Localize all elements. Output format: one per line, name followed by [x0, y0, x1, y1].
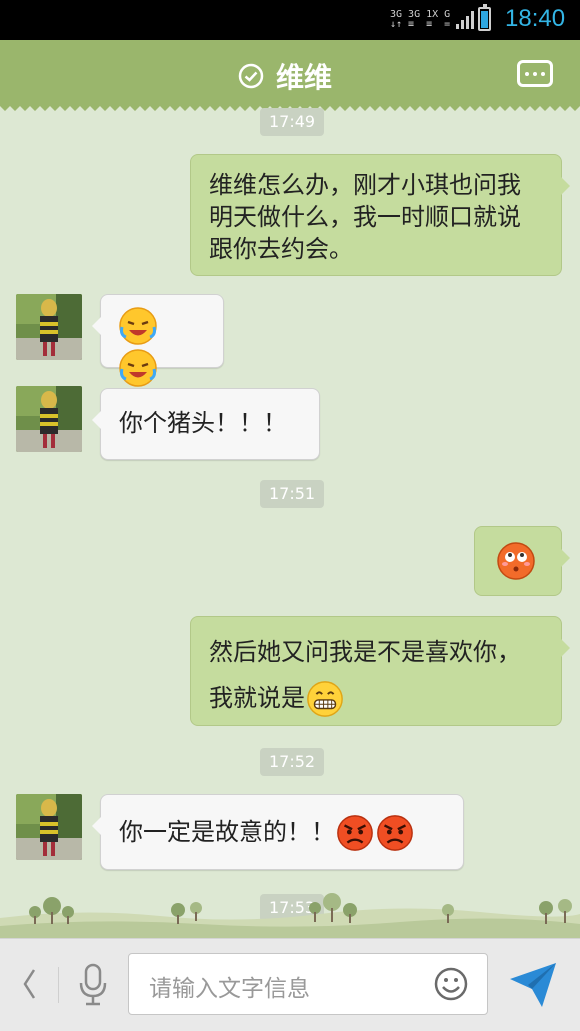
avatar[interactable]: [16, 794, 82, 860]
message-text: 维维怎么办，刚才小琪也问我明天做什么，我一时顺口就说跟你去约会。: [209, 171, 521, 263]
background-scenery: [0, 893, 580, 938]
microphone-icon[interactable]: [76, 961, 110, 1009]
divider: [58, 967, 59, 1003]
battery-icon: [478, 4, 491, 31]
angry-emoji: [377, 815, 413, 851]
chat-area[interactable]: 17:49 维维怎么办，刚才小琪也问我明天做什么，我一时顺口就说跟你去约会。 你…: [0, 108, 580, 938]
angry-emoji: [337, 815, 373, 851]
avatar[interactable]: [16, 294, 82, 360]
received-message-bubble[interactable]: 你一定是故意的！！: [92, 794, 464, 870]
avatar[interactable]: [16, 386, 82, 452]
network-indicators: 3G ↓↑ 3G ≡ 1X ≡ G =: [390, 6, 475, 34]
signal-strength-icon: [456, 11, 475, 29]
send-icon[interactable]: [508, 961, 558, 1009]
online-check-icon: [238, 63, 264, 89]
status-bar: 3G ↓↑ 3G ≡ 1X ≡ G = 18:40: [0, 0, 580, 40]
chat-header: 维维: [0, 40, 580, 106]
message-input[interactable]: 请输入文字信息: [128, 953, 488, 1015]
message-text: 你个猪头！！！: [119, 409, 287, 437]
laughing-tears-emoji: [119, 307, 157, 345]
sent-message-bubble[interactable]: 维维怎么办，刚才小琪也问我明天做什么，我一时顺口就说跟你去约会。: [190, 154, 570, 276]
blushing-emoji: [497, 542, 535, 580]
timestamp: 17:51: [260, 480, 325, 508]
message-text: 然后她又问我是不是喜欢你，我就说是: [209, 638, 521, 712]
laughing-tears-emoji: [119, 349, 157, 387]
chat-title: 维维: [276, 62, 333, 93]
chevron-left-icon[interactable]: [22, 967, 36, 1001]
message-text: 你一定是故意的！！: [119, 818, 335, 846]
grinning-teeth-emoji: [307, 681, 343, 717]
emoji-picker-icon[interactable]: [433, 966, 469, 1002]
timestamp: 17:52: [260, 748, 325, 776]
received-message-bubble[interactable]: 你个猪头！！！: [92, 388, 320, 460]
received-message-bubble[interactable]: [92, 294, 224, 387]
sent-message-bubble[interactable]: [474, 526, 570, 596]
timestamp: 17:49: [260, 108, 325, 136]
message-input-bar: 请输入文字信息: [0, 938, 580, 1031]
status-time: 18:40: [505, 5, 566, 32]
message-input-placeholder: 请输入文字信息: [149, 976, 310, 1002]
more-options-button[interactable]: [517, 60, 553, 87]
sent-message-bubble[interactable]: 然后她又问我是不是喜欢你，我就说是: [190, 616, 570, 726]
